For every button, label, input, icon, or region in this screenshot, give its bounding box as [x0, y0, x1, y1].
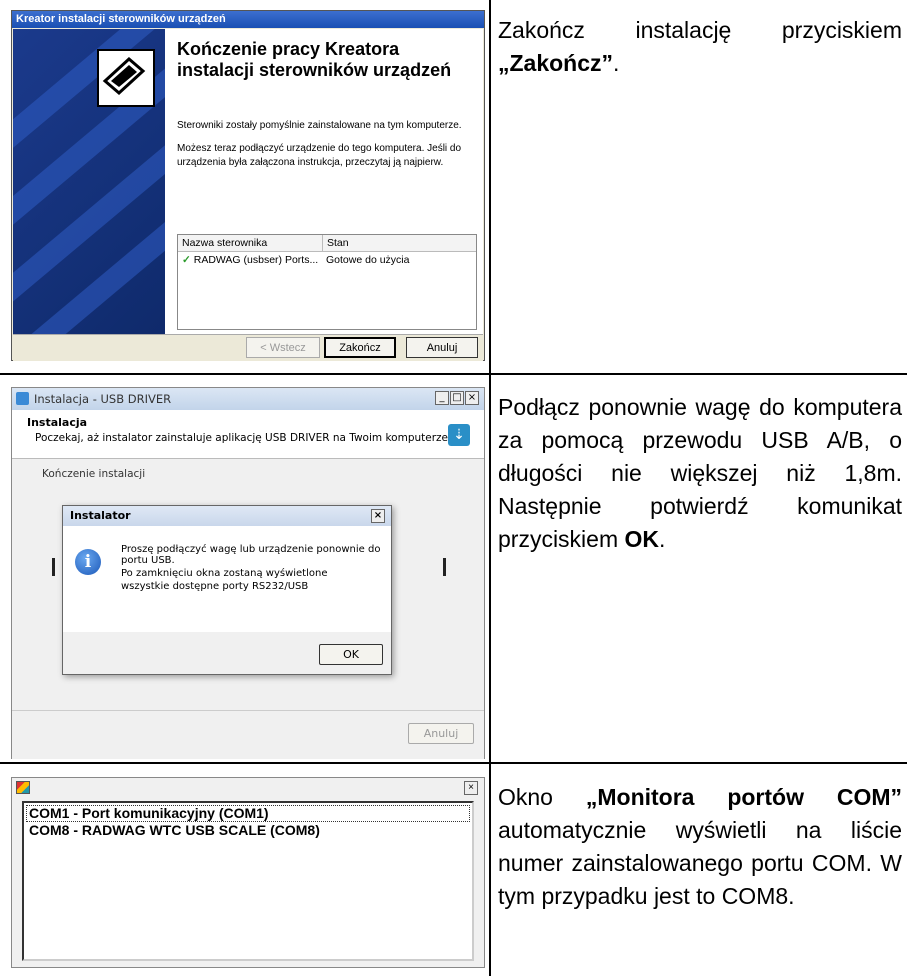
table-row[interactable]: ✓ RADWAG (usbser) Ports... Gotowe do uży… [178, 252, 476, 266]
installer-app-icon [16, 392, 29, 405]
usb-icon: ⇣ [448, 424, 470, 446]
ok-emphasis: OK [624, 526, 660, 552]
driver-table: Nazwa sterownika Stan ✓ RADWAG (usbser) … [177, 234, 477, 330]
step-description-2: Podłącz ponownie wagę do komputera za po… [498, 394, 902, 552]
driver-name: RADWAG (usbser) Ports... [193, 254, 319, 266]
finish-button[interactable]: Zakończ [324, 337, 396, 358]
driver-wizard-window: Kreator instalacji sterowników urządzeń … [11, 10, 485, 361]
progress-bar-edge [52, 558, 55, 576]
cancel-button[interactable]: Anuluj [406, 337, 478, 358]
dialog-body: i Proszę podłączyć wagę lub urządzenie p… [63, 526, 391, 632]
progress-bar-edge [443, 558, 446, 576]
wizard-content: Kończenie pracy Kreatora instalacji ster… [165, 29, 483, 334]
column-header[interactable]: Nazwa sterownika [178, 235, 323, 251]
monitor-emphasis: „Monitora portów COM” [585, 784, 903, 810]
step-description-1: Zakończ instalację przyciskiem „Zakończ”… [498, 17, 902, 76]
close-icon[interactable]: × [465, 391, 479, 405]
ok-button[interactable]: OK [319, 644, 383, 665]
wizard-title-bar: Kreator instalacji sterowników urządzeń [12, 11, 484, 28]
check-icon: ✓ [182, 254, 191, 266]
progress-label: Kończenie instalacji [42, 468, 146, 480]
monitor-close-icon[interactable]: × [464, 781, 478, 795]
com-monitor-window: × COM1 - Port komunikacyjny (COM1) COM8 … [11, 777, 485, 968]
wizard-side-banner [13, 29, 165, 334]
wizard-heading: Kończenie pracy Kreatora instalacji ster… [177, 39, 452, 80]
row-divider [0, 762, 907, 764]
dialog-title-bar: Instalator × [63, 506, 391, 526]
installer-button-bar: Anuluj [12, 710, 484, 759]
dialog-note: Po zamknięciu okna zostaną wyświetlone w… [121, 568, 328, 592]
dialog-title: Instalator [70, 509, 131, 522]
wizard-button-bar: < Wstecz Zakończ Anuluj [13, 334, 483, 361]
installer-title-bar: Instalacja - USB DRIVER _ □ × [12, 388, 484, 410]
finish-emphasis: „Zakończ” [498, 50, 614, 76]
driver-status: Gotowe do użycia [326, 254, 410, 266]
installer-header: Instalacja Poczekaj, aż instalator zains… [12, 410, 484, 459]
list-item[interactable]: COM8 - RADWAG WTC USB SCALE (COM8) [24, 822, 472, 839]
installer-cancel-button[interactable]: Anuluj [408, 723, 474, 744]
com-port-list[interactable]: COM1 - Port komunikacyjny (COM1) COM8 - … [22, 801, 474, 961]
installer-title: Instalacja - USB DRIVER [34, 392, 172, 406]
info-icon: i [75, 549, 101, 575]
installer-dialog: Instalator × i Proszę podłączyć wagę lub… [62, 505, 392, 675]
maximize-icon[interactable]: □ [450, 391, 464, 405]
installer-window: Instalacja - USB DRIVER _ □ × Instalacja… [11, 387, 485, 759]
installer-header-subtitle: Poczekaj, aż instalator zainstaluje apli… [35, 432, 452, 444]
back-button[interactable]: < Wstecz [246, 337, 320, 358]
monitor-app-icon [16, 781, 30, 794]
row-divider [0, 373, 907, 375]
column-divider [489, 0, 491, 976]
installer-header-title: Instalacja [27, 416, 88, 429]
minimize-icon[interactable]: _ [435, 391, 449, 405]
hardware-icon [97, 49, 155, 107]
dialog-message: Proszę podłączyć wagę lub urządzenie pon… [121, 544, 381, 566]
monitor-title-bar: × [12, 778, 484, 798]
dialog-close-icon[interactable]: × [371, 509, 385, 523]
column-header[interactable]: Stan [323, 235, 476, 251]
connect-message: Możesz teraz podłączyć urządzenie do teg… [177, 143, 462, 168]
list-item[interactable]: COM1 - Port komunikacyjny (COM1) [26, 805, 470, 822]
success-message: Sterowniki zostały pomyślnie zainstalowa… [177, 120, 462, 131]
step-description-3: Okno „Monitora portów COM” automatycznie… [498, 784, 903, 909]
